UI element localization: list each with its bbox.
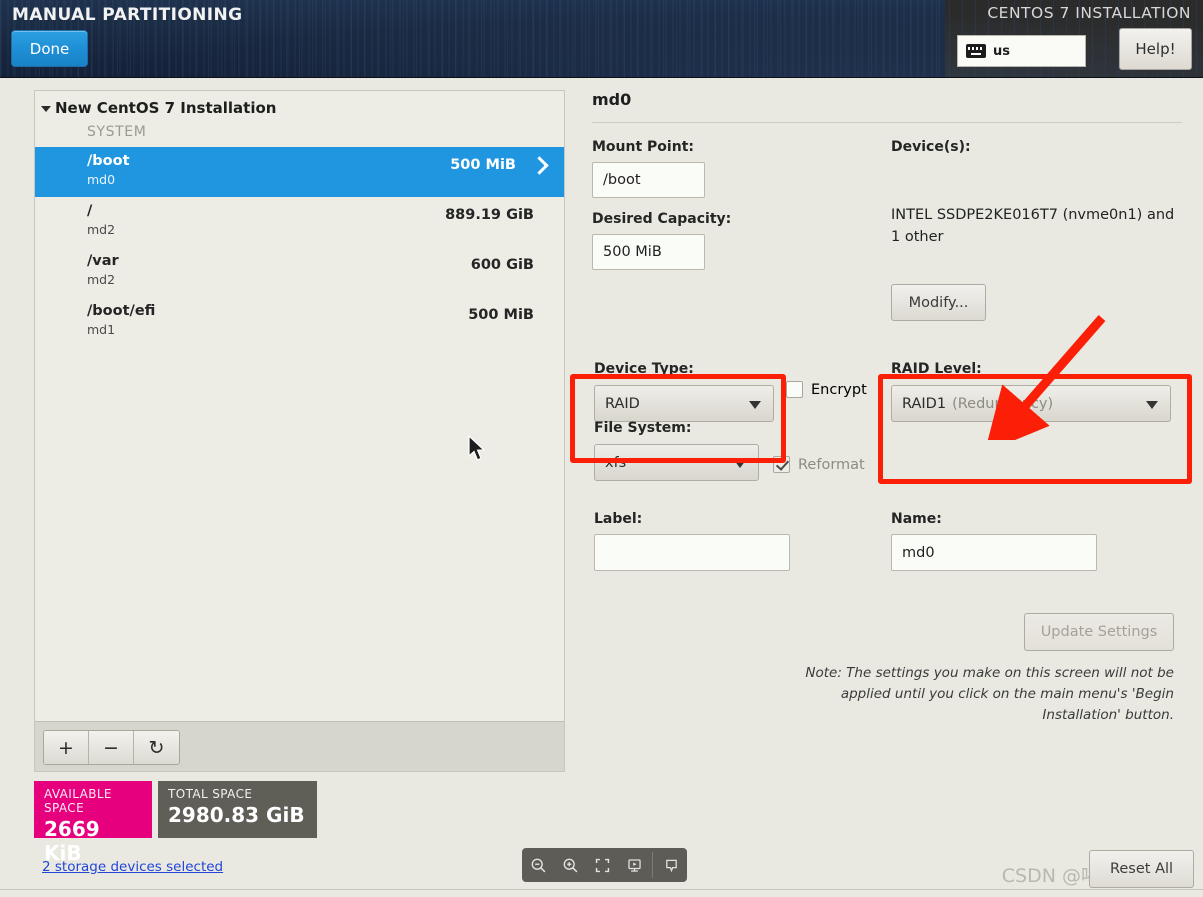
installation-title: CENTOS 7 INSTALLATION [987, 4, 1191, 22]
raid-level-label: RAID Level: [891, 361, 982, 377]
partition-device-name: md2 [87, 272, 116, 287]
body-area: New CentOS 7 Installation SYSTEM /boot m… [0, 78, 1203, 897]
keyboard-layout-selector[interactable]: us [957, 35, 1086, 67]
label-input[interactable] [594, 534, 790, 571]
reformat-checkbox[interactable] [773, 456, 790, 473]
encrypt-checkbox-row[interactable]: Encrypt [786, 381, 867, 398]
desired-capacity-input[interactable]: 500 MiB [592, 234, 705, 270]
partition-row-boot-efi[interactable]: /boot/efi md1 500 MiB [35, 297, 564, 347]
device-details-title: md0 [592, 90, 632, 109]
desired-capacity-label: Desired Capacity: [592, 211, 732, 227]
partition-size: 889.19 GiB [445, 207, 534, 223]
available-space-box: AVAILABLE SPACE 2669 KiB [34, 781, 152, 865]
settings-note: Note: The settings you make on this scre… [805, 665, 1174, 723]
file-system-select[interactable]: xfs [594, 444, 759, 481]
storage-devices-link[interactable]: 2 storage devices selected [42, 859, 223, 875]
partition-device-name: md2 [87, 222, 116, 237]
partition-row-var[interactable]: /var md2 600 GiB [35, 247, 564, 297]
partition-group-label: SYSTEM [87, 124, 147, 140]
page-title: MANUAL PARTITIONING [12, 5, 243, 25]
partition-device-name: md0 [87, 172, 116, 187]
installation-tree-root[interactable]: New CentOS 7 Installation [35, 91, 564, 124]
add-partition-button[interactable]: + [44, 731, 89, 764]
available-space-value: 2669 KiB [44, 817, 100, 865]
device-details-panel: md0 Mount Point: /boot Desired Capacity:… [592, 90, 1182, 733]
present-icon[interactable] [618, 848, 650, 882]
raid-level-suffix: (Redundancy) [952, 395, 1054, 412]
chevron-down-icon [749, 400, 761, 409]
app-header: MANUAL PARTITIONING Done CENTOS 7 INSTAL… [0, 0, 1203, 78]
tree-root-label: New CentOS 7 Installation [55, 98, 277, 117]
details-divider [592, 122, 1182, 123]
partition-size: 600 GiB [470, 257, 534, 273]
partition-size: 500 MiB [468, 307, 534, 323]
total-space-box: TOTAL SPACE 2980.83 GiB [158, 781, 317, 838]
reformat-checkbox-row[interactable]: Reformat [773, 456, 865, 473]
name-input[interactable]: md0 [891, 534, 1097, 571]
modify-button[interactable]: Modify... [891, 284, 986, 321]
total-space-value: 2980.83 GiB [168, 803, 305, 827]
reset-all-button[interactable]: Reset All [1089, 850, 1194, 888]
name-field-label: Name: [891, 511, 942, 527]
encrypt-label: Encrypt [811, 381, 867, 398]
partition-row-boot[interactable]: /boot md0 500 MiB [35, 147, 564, 197]
file-system-value: xfs [605, 454, 627, 471]
zoom-in-icon[interactable] [554, 848, 586, 882]
raid-level-value: RAID1 [902, 395, 947, 412]
zoom-out-icon[interactable] [522, 848, 554, 882]
device-type-select[interactable]: RAID [594, 385, 774, 422]
device-type-value: RAID [605, 395, 640, 412]
update-settings-button[interactable]: Update Settings [1024, 613, 1174, 651]
label-field-label: Label: [594, 511, 643, 527]
available-space-caption: AVAILABLE SPACE [44, 787, 112, 815]
partition-list-panel: New CentOS 7 Installation SYSTEM /boot m… [34, 90, 565, 772]
reformat-label: Reformat [798, 456, 865, 473]
mount-point-input[interactable]: /boot [592, 162, 705, 198]
partition-list: /boot md0 500 MiB / md2 889.19 GiB /var … [35, 147, 564, 347]
partition-row-root[interactable]: / md2 889.19 GiB [35, 197, 564, 247]
partition-action-buttons: + − ↻ [43, 730, 180, 765]
fit-screen-icon[interactable] [586, 848, 618, 882]
devices-value: INTEL SSDPE2KE016T7 (nvme0n1) and 1 othe… [891, 207, 1175, 245]
screen-root: MANUAL PARTITIONING Done CENTOS 7 INSTAL… [0, 0, 1203, 897]
encrypt-checkbox[interactable] [786, 381, 803, 398]
reload-button[interactable]: ↻ [134, 731, 179, 764]
keyboard-layout-label: us [993, 43, 1010, 59]
remove-partition-button[interactable]: − [89, 731, 134, 764]
chevron-down-icon [734, 459, 746, 468]
toolbar-divider [652, 852, 653, 878]
help-button[interactable]: Help! [1119, 28, 1192, 70]
raid-level-select[interactable]: RAID1 (Redundancy) [891, 385, 1171, 422]
device-type-label: Device Type: [594, 361, 694, 377]
keyboard-icon [966, 44, 986, 58]
chevron-down-icon [41, 105, 51, 112]
partition-device-name: md1 [87, 322, 116, 337]
partition-list-footer: + − ↻ [35, 721, 564, 771]
file-system-label: File System: [594, 420, 692, 436]
bottom-divider [0, 889, 1203, 890]
done-button[interactable]: Done [11, 30, 88, 67]
viewer-toolbar [522, 848, 687, 882]
chevron-down-icon [1146, 400, 1158, 409]
mount-point-label: Mount Point: [592, 139, 694, 155]
partition-size: 500 MiB [450, 157, 516, 173]
pin-icon[interactable] [655, 848, 687, 882]
total-space-caption: TOTAL SPACE [168, 787, 253, 801]
devices-label: Device(s): [891, 139, 971, 155]
